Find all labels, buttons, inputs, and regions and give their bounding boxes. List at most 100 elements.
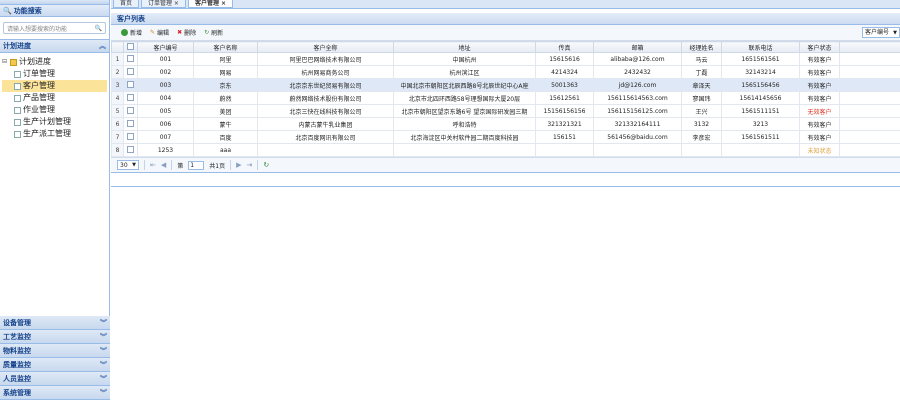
table-cell: 32143214 <box>721 65 800 79</box>
first-page-icon[interactable]: ⇤ <box>150 161 156 169</box>
table-cell: 阿里 <box>193 52 258 66</box>
column-select[interactable]: 客户编号 ▼ <box>862 27 900 38</box>
row-number: 1 <box>111 52 124 66</box>
row-checkbox[interactable] <box>127 145 134 153</box>
chevron-up-icon[interactable]: ︽ <box>99 39 106 53</box>
next-page-icon[interactable]: ▶ <box>236 161 241 169</box>
column-header[interactable]: 客户编号 <box>137 41 194 53</box>
dropdown-arrow-icon[interactable]: ▼ <box>893 28 897 38</box>
customer-table: 客户编号 客户名称 客户全称 地址 传真 邮箱 经理姓名 联系电话 客户状态 1 001 阿里 阿里巴… <box>111 41 900 157</box>
plan-section-header[interactable]: 计划进度 ︽ <box>0 39 109 53</box>
document-icon <box>14 106 21 114</box>
page-size-select[interactable]: 30 ▼ <box>117 160 139 170</box>
column-header[interactable]: 传真 <box>535 41 594 53</box>
edit-label: 编辑 <box>157 30 170 37</box>
column-header[interactable]: 联系电话 <box>721 41 800 53</box>
add-icon <box>121 29 128 36</box>
section-header[interactable]: 人员监控 ︾ <box>0 372 110 386</box>
chevron-down-icon[interactable]: ︾ <box>100 372 107 386</box>
table-cell: 004 <box>137 91 194 105</box>
row-checkbox[interactable] <box>127 119 134 127</box>
table-cell: 002 <box>137 65 194 79</box>
last-page-icon[interactable]: ⇥ <box>247 161 253 169</box>
table-cell: 3132 <box>681 117 722 131</box>
table-cell: 美团 <box>193 104 258 118</box>
tree-item[interactable]: 客户管理 <box>2 80 107 92</box>
table-row[interactable]: 2 002 网易 杭州网易商务公司 杭州滨江区 4214324 2432432 丁磊 32143… <box>111 65 900 79</box>
tab[interactable]: 首页 <box>113 0 140 8</box>
page-input[interactable]: 1 <box>188 160 205 170</box>
table-cell <box>593 143 682 157</box>
table-cell: 有效客户 <box>799 52 840 66</box>
tree-item-label: 作业管理 <box>23 105 55 114</box>
table-row[interactable]: 1 001 阿里 阿里巴巴网络技术有限公司 中国杭州 15615616 alibaba@12… <box>111 52 900 66</box>
table-row[interactable]: 8 1253 aaa 未知状态 <box>111 143 900 157</box>
chevron-down-icon[interactable]: ︾ <box>100 386 107 400</box>
row-checkbox[interactable] <box>127 67 134 75</box>
table-cell: 15612561 <box>535 91 594 105</box>
grid-toolbar: 新增 ✎ 编辑 ✖ 删除 ↻ 刷新 客户编号 ▼ <box>111 25 900 41</box>
column-header[interactable]: 经理姓名 <box>681 41 722 53</box>
table-row[interactable]: 4 004 蔚然 蔚然网络技术股份有限公司 北京市北四环西路58号理想国际大厦20层 15… <box>111 91 900 105</box>
tree-root[interactable]: ⊟ 计划进度 <box>2 56 107 68</box>
tree-item[interactable]: 生产派工管理 <box>2 128 107 140</box>
dropdown-arrow-icon[interactable]: ▼ <box>132 161 136 170</box>
table-cell: 百度 <box>193 130 258 144</box>
row-checkbox[interactable] <box>127 106 134 114</box>
column-header[interactable]: 客户名称 <box>193 41 258 53</box>
row-checkbox[interactable] <box>127 132 134 140</box>
table-cell: 有效客户 <box>799 65 840 79</box>
row-checkbox[interactable] <box>127 54 134 62</box>
table-row[interactable]: 5 005 美团 北京三快在线科技有限公司 北京市朝阳区望京东路6号 望京国际研发园三期… <box>111 104 900 118</box>
table-cell: 4214324 <box>535 65 594 79</box>
section-header[interactable]: 质量监控 ︾ <box>0 358 110 372</box>
column-header[interactable]: 邮箱 <box>593 41 682 53</box>
table-cell <box>393 143 536 157</box>
row-checkbox[interactable] <box>127 93 134 101</box>
function-search-input[interactable]: 请输入想要搜索的功能 🔍 <box>3 22 106 34</box>
select-all-checkbox[interactable] <box>127 42 134 50</box>
chevron-down-icon[interactable]: ︾ <box>100 358 107 372</box>
checkbox-cell <box>123 91 138 105</box>
table-cell: 网易 <box>193 65 258 79</box>
table-cell: 北京海淀区中关村软件园二期百度科技园 <box>393 130 536 144</box>
table-row[interactable]: 7 007 百度 北京百度网讯有限公司 北京海淀区中关村软件园二期百度科技园 156151… <box>111 130 900 144</box>
section-header[interactable]: 物料监控 ︾ <box>0 344 110 358</box>
tab[interactable]: 客户管理 × <box>187 0 234 8</box>
section-header[interactable]: 工艺监控 ︾ <box>0 330 110 344</box>
tab-bar: 首页 订单管理 × 客户管理 × <box>111 0 900 9</box>
prev-page-icon[interactable]: ◀ <box>161 161 166 169</box>
row-checkbox[interactable] <box>127 80 134 88</box>
chevron-down-icon[interactable]: ︾ <box>100 330 107 344</box>
separator <box>230 160 232 170</box>
chevron-down-icon[interactable]: ︾ <box>100 316 107 330</box>
refresh-icon: ↻ <box>204 29 210 36</box>
tree-item[interactable]: 作业管理 <box>2 104 107 116</box>
table-cell: 007 <box>137 130 194 144</box>
table-row[interactable]: 3 003 京东 北京京东世纪贸易有限公司 中国北京市朝阳区北辰西路8号北辰世纪中心A座… <box>111 78 900 92</box>
collapse-icon[interactable]: ⊟ <box>2 56 8 68</box>
tree-item[interactable]: 订单管理 <box>2 68 107 80</box>
add-button[interactable]: 新增 <box>121 28 142 37</box>
section-header[interactable]: 设备管理 ︾ <box>0 316 110 330</box>
tree-item[interactable]: 产品管理 <box>2 92 107 104</box>
column-header[interactable]: 客户状态 <box>799 41 840 53</box>
edit-button[interactable]: ✎ 编辑 <box>150 28 169 37</box>
search-panel-title: 功能搜索 <box>13 6 42 15</box>
table-cell: 有效客户 <box>799 91 840 105</box>
tree-item[interactable]: 生产计划管理 <box>2 116 107 128</box>
refresh-icon[interactable]: ↻ <box>263 161 269 169</box>
column-header[interactable]: 地址 <box>393 41 536 53</box>
table-row[interactable]: 6 006 蒙牛 内蒙古蒙牛乳业集团 呼和浩特 321321321 321332164111… <box>111 117 900 131</box>
delete-button[interactable]: ✖ 删除 <box>177 28 196 37</box>
column-select-value: 客户编号 <box>865 29 890 36</box>
refresh-button[interactable]: ↻ 刷新 <box>204 28 223 37</box>
table-cell-extra <box>839 91 900 105</box>
table-cell: 北京市朝阳区望京东路6号 望京国际研发园三期 <box>393 104 536 118</box>
section-header[interactable]: 系统管理 ︾ <box>0 386 110 400</box>
search-icon[interactable]: 🔍 <box>95 25 102 32</box>
chevron-down-icon[interactable]: ︾ <box>100 344 107 358</box>
column-header[interactable]: 客户全称 <box>257 41 394 53</box>
tab[interactable]: 订单管理 × <box>141 0 186 8</box>
table-cell: 北京百度网讯有限公司 <box>257 130 394 144</box>
